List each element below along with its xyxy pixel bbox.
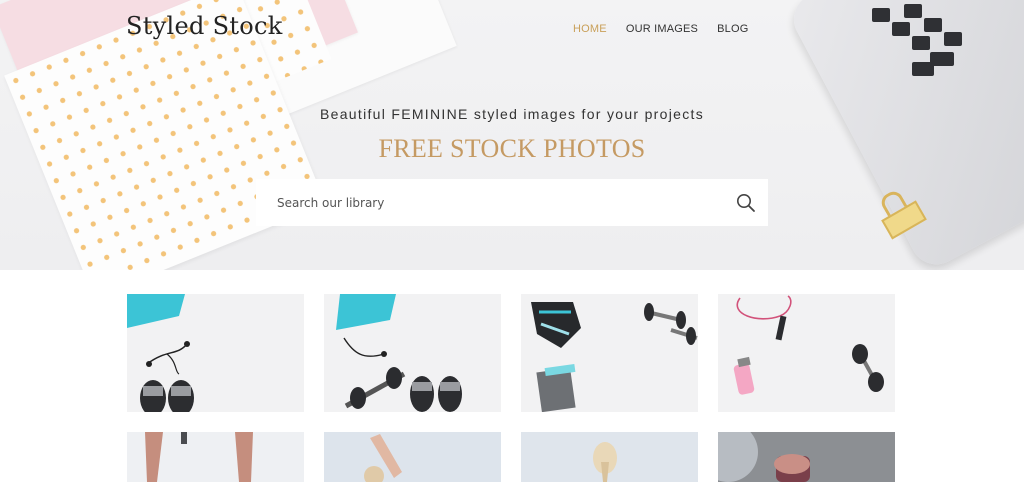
search-icon[interactable] <box>724 179 768 226</box>
gallery-image-woman-ponytail[interactable] <box>521 432 698 482</box>
search-input[interactable] <box>256 179 724 226</box>
gallery-image-jump-rope-bottle[interactable] <box>718 294 895 412</box>
gallery-image-towel-earphones-sneakers[interactable] <box>127 294 304 412</box>
nav-our-images[interactable]: OUR IMAGES <box>626 23 698 35</box>
gallery-image-woman-stretching[interactable] <box>324 432 501 482</box>
hero-tagline: Beautiful FEMININE styled images for you… <box>319 106 704 122</box>
search-bar <box>256 179 768 226</box>
hero-banner: Styled Stock HOME OUR IMAGES BLOG Beauti… <box>0 0 1024 270</box>
nav-blog[interactable]: BLOG <box>717 23 748 35</box>
gallery-image-towel-dumbbell-sneakers[interactable] <box>324 294 501 412</box>
hero-headline: FREE STOCK PHOTOS <box>378 134 646 163</box>
main-nav: HOME OUR IMAGES BLOG <box>573 23 748 35</box>
gallery-image-hand-bottle[interactable] <box>718 432 895 482</box>
gallery-image-legs[interactable] <box>127 432 304 482</box>
nav-home[interactable]: HOME <box>573 23 607 35</box>
gallery-image-sports-bra-dumbbells[interactable] <box>521 294 698 412</box>
brand-logo[interactable]: Styled Stock <box>126 12 283 40</box>
